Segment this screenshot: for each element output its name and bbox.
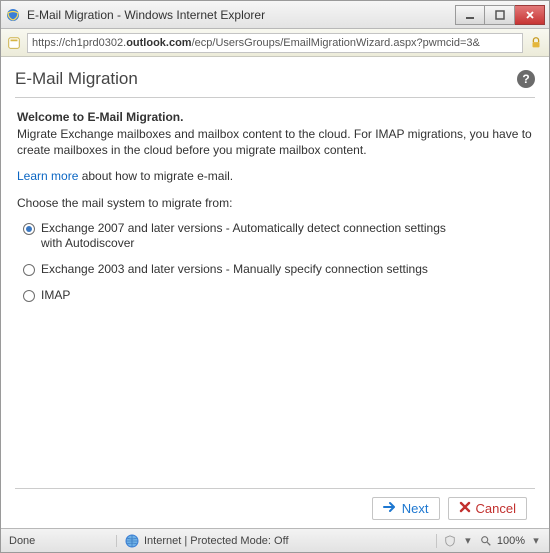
window-titlebar: E-Mail Migration - Windows Internet Expl… — [1, 1, 549, 29]
address-bar: https://ch1prd0302.outlook.com/ecp/Users… — [1, 29, 549, 57]
arrow-right-icon — [383, 501, 397, 516]
wizard-footer: Next Cancel — [15, 488, 535, 528]
url-host-pre: ch1prd0302. — [65, 37, 126, 49]
radio-option-exchange2007[interactable]: Exchange 2007 and later versions - Autom… — [23, 221, 453, 252]
window-title: E-Mail Migration - Windows Internet Expl… — [27, 8, 455, 22]
radio-group: Exchange 2007 and later versions - Autom… — [17, 221, 533, 303]
status-bar: Done Internet | Protected Mode: Off ▾ 10… — [1, 528, 549, 552]
zoom-icon[interactable] — [479, 534, 493, 548]
choose-prompt: Choose the mail system to migrate from: — [17, 195, 533, 211]
window-controls — [455, 5, 545, 25]
url-path: /ecp/UsersGroups/EmailMigrationWizard.as… — [192, 37, 480, 49]
lock-icon — [528, 35, 544, 51]
wizard-content: Welcome to E-Mail Migration. Migrate Exc… — [15, 98, 535, 488]
dropdown-icon[interactable]: ▾ — [461, 534, 475, 548]
learn-more-rest: about how to migrate e-mail. — [78, 169, 233, 183]
zoom-level[interactable]: 100% — [497, 535, 525, 547]
close-button[interactable] — [515, 5, 545, 25]
status-zone: Internet | Protected Mode: Off — [144, 535, 289, 547]
welcome-body: Migrate Exchange mailboxes and mailbox c… — [17, 126, 533, 158]
radio-icon — [23, 264, 35, 276]
url-scheme: https:// — [32, 37, 65, 49]
next-label: Next — [402, 501, 429, 516]
security-report-icon[interactable] — [443, 534, 457, 548]
zoom-dropdown-icon[interactable]: ▾ — [529, 534, 543, 548]
globe-icon — [125, 534, 139, 548]
page-icon — [6, 35, 22, 51]
cancel-button[interactable]: Cancel — [448, 497, 527, 520]
learn-more-line: Learn more about how to migrate e-mail. — [17, 168, 533, 184]
radio-label: Exchange 2003 and later versions - Manua… — [41, 262, 428, 278]
maximize-button[interactable] — [485, 5, 515, 25]
welcome-heading: Welcome to E-Mail Migration. — [17, 110, 533, 124]
cancel-label: Cancel — [476, 501, 516, 516]
page-title: E-Mail Migration — [15, 69, 517, 89]
radio-option-imap[interactable]: IMAP — [23, 288, 453, 304]
status-mid: Internet | Protected Mode: Off — [117, 534, 437, 548]
url-host-bold: outlook.com — [126, 37, 191, 49]
page-body: E-Mail Migration ? Welcome to E-Mail Mig… — [1, 57, 549, 528]
ie-favicon — [5, 7, 21, 23]
radio-option-exchange2003[interactable]: Exchange 2003 and later versions - Manua… — [23, 262, 453, 278]
minimize-button[interactable] — [455, 5, 485, 25]
radio-label: Exchange 2007 and later versions - Autom… — [41, 221, 453, 252]
x-icon — [459, 501, 471, 516]
radio-label: IMAP — [41, 288, 70, 304]
url-field[interactable]: https://ch1prd0302.outlook.com/ecp/Users… — [27, 33, 523, 53]
radio-icon — [23, 223, 35, 235]
status-left: Done — [7, 535, 117, 547]
next-button[interactable]: Next — [372, 497, 440, 520]
status-right: ▾ 100% ▾ — [437, 534, 543, 548]
learn-more-link[interactable]: Learn more — [17, 169, 78, 183]
radio-icon — [23, 290, 35, 302]
help-icon[interactable]: ? — [517, 70, 535, 88]
page-header: E-Mail Migration ? — [15, 67, 535, 98]
